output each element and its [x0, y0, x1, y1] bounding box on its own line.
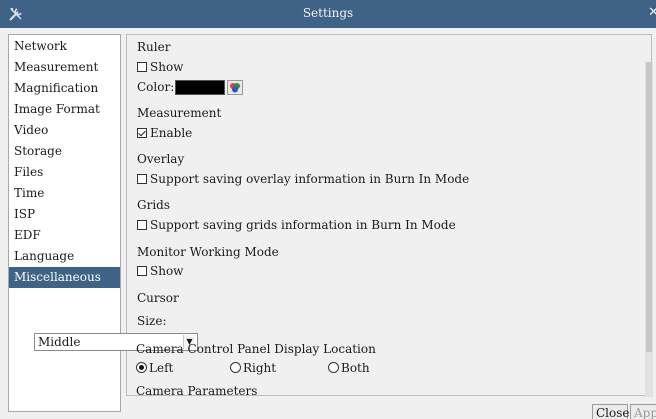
sidebar-item-measurement[interactable]: Measurement — [9, 57, 120, 78]
checkbox-icon — [137, 174, 147, 184]
camera-panel-right-radio[interactable]: Right — [230, 361, 276, 375]
measurement-enable-label: Enable — [150, 126, 193, 140]
settings-scrollbar[interactable] — [645, 62, 653, 397]
monitor-mode-heading: Monitor Working Mode — [137, 245, 279, 259]
color-picker-button[interactable] — [227, 80, 243, 95]
sidebar-item-isp[interactable]: ISP — [9, 204, 120, 225]
ruler-color-label: Color: — [137, 80, 175, 94]
close-icon[interactable]: ✕ — [648, 5, 656, 20]
checkbox-checked-icon — [137, 128, 147, 138]
overlay-burn-in-checkbox[interactable]: Support saving overlay information in Bu… — [137, 172, 469, 186]
cursor-size-value: Middle — [38, 335, 81, 349]
sidebar-item-magnification[interactable]: Magnification — [9, 78, 120, 99]
ruler-show-label: Show — [150, 60, 184, 74]
sidebar-item-network[interactable]: Network — [9, 36, 120, 57]
camera-panel-right-label: Right — [243, 361, 277, 375]
sidebar-item-edf[interactable]: EDF — [9, 225, 120, 246]
sidebar-item-time[interactable]: Time — [9, 183, 120, 204]
sidebar-item-video[interactable]: Video — [9, 120, 120, 141]
grids-burn-in-checkbox[interactable]: Support saving grids information in Burn… — [137, 218, 456, 232]
overlay-option-label: Support saving overlay information in Bu… — [150, 172, 470, 186]
close-button[interactable]: Close — [592, 404, 630, 419]
title-bar: Settings ✕ — [0, 0, 656, 28]
sidebar-item-language[interactable]: Language — [9, 246, 120, 267]
measurement-enable-checkbox[interactable]: Enable — [137, 126, 192, 140]
scrollbar-thumb[interactable] — [646, 62, 652, 352]
cursor-heading: Cursor — [137, 291, 179, 305]
sidebar-item-miscellaneous[interactable]: Miscellaneous — [9, 267, 120, 288]
grids-heading: Grids — [137, 198, 170, 212]
camera-panel-both-label: Both — [341, 361, 370, 375]
ruler-heading: Ruler — [137, 40, 171, 54]
ruler-show-checkbox[interactable]: Show — [137, 60, 183, 74]
cursor-size-label: Size: — [137, 314, 167, 328]
settings-category-list: Network Measurement Magnification Image … — [8, 34, 121, 412]
sidebar-item-image-format[interactable]: Image Format — [9, 99, 120, 120]
window-title: Settings — [302, 6, 354, 20]
checkbox-icon — [137, 266, 147, 276]
overlay-heading: Overlay — [137, 152, 185, 166]
grids-option-label: Support saving grids information in Burn… — [150, 218, 456, 232]
checkbox-icon — [137, 220, 147, 230]
settings-window: Network Measurement Magnification Image … — [0, 28, 656, 419]
radio-icon — [230, 362, 241, 373]
ruler-color-swatch[interactable] — [175, 80, 225, 95]
apply-button[interactable]: Appl — [630, 404, 656, 419]
camera-panel-both-radio[interactable]: Both — [328, 361, 370, 375]
color-wheel-icon — [230, 83, 240, 93]
camera-panel-left-label: Left — [149, 361, 174, 375]
sidebar-item-storage[interactable]: Storage — [9, 141, 120, 162]
radio-selected-icon — [136, 362, 147, 373]
checkbox-icon — [137, 62, 147, 72]
camera-parameters-heading: Camera Parameters — [136, 384, 258, 396]
sidebar-item-files[interactable]: Files — [9, 162, 120, 183]
radio-icon — [328, 362, 339, 373]
camera-panel-left-radio[interactable]: Left — [136, 361, 173, 375]
monitor-show-label: Show — [150, 264, 184, 278]
measurement-heading: Measurement — [137, 106, 222, 120]
monitor-show-checkbox[interactable]: Show — [137, 264, 183, 278]
camera-panel-location-heading: Camera Control Panel Display Location — [136, 342, 376, 356]
